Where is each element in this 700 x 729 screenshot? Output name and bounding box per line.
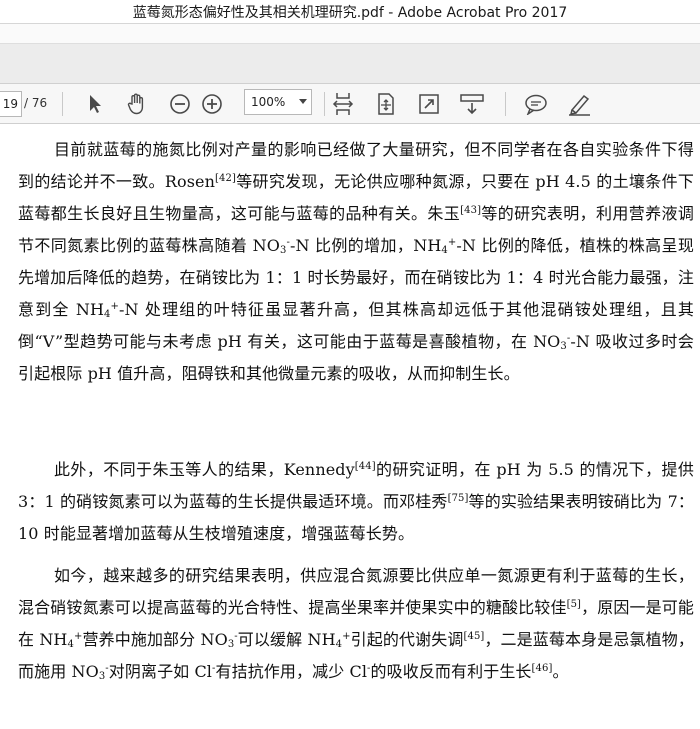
zoom-out-icon <box>170 94 190 114</box>
fit-width-button[interactable] <box>330 91 356 117</box>
document-page: 目前就蓝莓的施氮比例对产量的影响已经做了大量研究，但不同学者在各自实验条件下得到… <box>0 124 700 729</box>
page-number-value: 19 <box>2 97 18 111</box>
chevron-down-icon <box>299 99 307 104</box>
rotate-view-button[interactable] <box>373 91 399 117</box>
cursor-arrow-icon <box>90 95 101 113</box>
citation[interactable]: [45] <box>463 631 484 642</box>
paragraph-1: 目前就蓝莓的施氮比例对产量的影响已经做了大量研究，但不同学者在各自实验条件下得到… <box>18 140 695 383</box>
window-title: 蓝莓氮形态偏好性及其相关机理研究.pdf - Adobe Acrobat Pro… <box>132 4 568 21</box>
zoom-in-icon <box>202 94 222 114</box>
toolbar-divider <box>62 92 63 116</box>
paragraph-2: 此外，不同于朱玉等人的结果，Kennedy[44]的研究证明，在 pH 为 5.… <box>18 460 695 543</box>
speech-bubble-icon <box>525 94 547 115</box>
paragraph-3: 如今，越来越多的研究结果表明，供应混合氮源要比供应单一氮源更有利于蓝莓的生长，混… <box>18 566 695 682</box>
zoom-in-button[interactable] <box>199 91 225 117</box>
tab-strip <box>0 44 700 84</box>
toolbar-divider <box>324 92 325 116</box>
full-screen-button[interactable] <box>416 91 442 117</box>
comment-button[interactable] <box>523 91 549 117</box>
hand-icon <box>127 93 144 115</box>
page-number-input[interactable]: 19 <box>0 91 22 117</box>
tray-down-icon <box>460 94 484 115</box>
citation[interactable]: [75] <box>448 493 469 504</box>
window-title-bar: 蓝莓氮形态偏好性及其相关机理研究.pdf - Adobe Acrobat Pro… <box>0 0 700 24</box>
zoom-out-button[interactable] <box>167 91 193 117</box>
toolbar-divider <box>505 92 506 116</box>
citation[interactable]: [43] <box>460 205 481 216</box>
highlight-button[interactable] <box>566 91 592 117</box>
menu-bar <box>0 24 700 44</box>
select-tool-button[interactable] <box>82 91 108 117</box>
read-mode-button[interactable] <box>459 91 485 117</box>
hand-tool-button[interactable] <box>124 91 150 117</box>
main-toolbar: 19 / 76 <box>0 84 700 124</box>
fit-width-icon <box>332 93 354 115</box>
page-move-icon <box>378 93 394 115</box>
citation[interactable]: [44] <box>355 461 376 472</box>
pen-icon <box>569 94 590 116</box>
zoom-level-select[interactable]: 100% <box>244 89 312 115</box>
citation[interactable]: [42] <box>215 173 236 184</box>
page-total: / 76 <box>24 96 48 110</box>
citation[interactable]: [5] <box>567 599 581 610</box>
citation[interactable]: [46] <box>532 663 553 674</box>
expand-icon <box>419 94 439 114</box>
zoom-level-value: 100% <box>251 95 286 109</box>
